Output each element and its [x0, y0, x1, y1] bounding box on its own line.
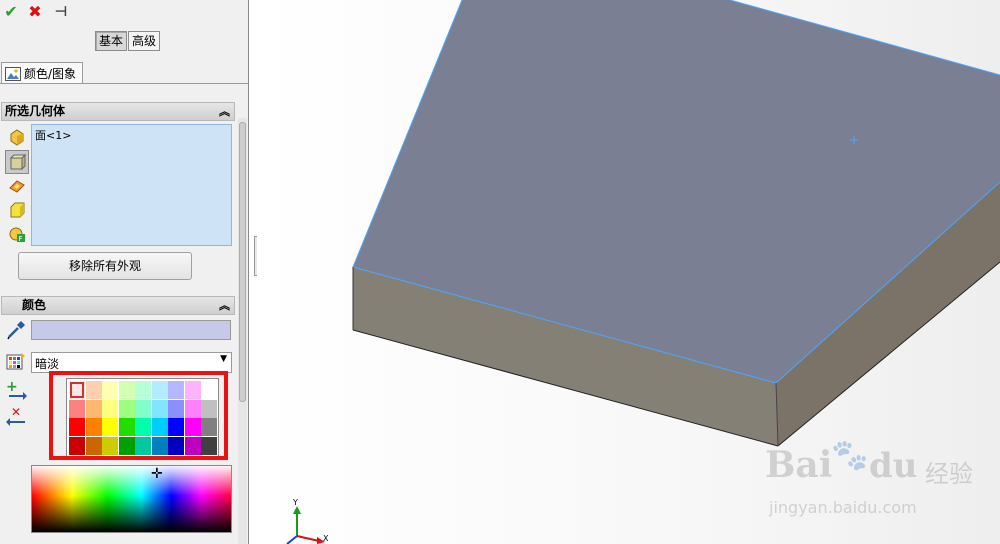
remove-all-appearances-button[interactable]: 移除所有外观 — [18, 252, 192, 280]
basic-mode-button[interactable]: 基本 — [95, 31, 128, 51]
tab-color-image[interactable]: 颜色/图象 — [1, 62, 83, 84]
group-title: 颜色 — [22, 298, 47, 312]
collapse-icon[interactable]: ︽ — [219, 297, 230, 314]
property-manager-panel: ✔ ✖ ⊣ 基本 高级 颜色/图象 所选几何体 ︽ F 面<1> 移除所有外观 … — [0, 0, 249, 544]
watermark-url: jingyan.baidu.com — [769, 498, 917, 517]
watermark-cn: 经验 — [925, 460, 973, 488]
group-title: 所选几何体 — [5, 104, 66, 118]
ok-check-icon[interactable]: ✔ — [2, 3, 20, 21]
dropdown-value: 暗淡 — [35, 357, 60, 371]
swatch-preset-dropdown[interactable]: 暗淡 ▼ — [31, 352, 232, 373]
svg-text:+: + — [6, 380, 18, 395]
swatch-palette-icon[interactable] — [6, 353, 26, 371]
pin-icon[interactable]: ⊣ — [52, 3, 70, 21]
mode-toggle: 基本 高级 — [95, 31, 161, 51]
image-icon — [5, 66, 21, 81]
selected-entities-list[interactable]: 面<1> — [31, 124, 232, 246]
svg-text:✕: ✕ — [11, 405, 21, 419]
watermark-du: du — [869, 446, 918, 486]
chevron-down-icon[interactable]: ▼ — [220, 354, 227, 364]
panel-toolbar: ✔ ✖ ⊣ — [0, 0, 248, 24]
scrollbar-thumb[interactable] — [239, 122, 246, 402]
remove-swatch-icon[interactable]: ✕ — [5, 405, 27, 427]
selected-geometry-header[interactable]: 所选几何体 ︽ — [1, 102, 235, 121]
eyedropper-icon[interactable] — [6, 320, 26, 340]
tab-label: 颜色/图象 — [24, 67, 77, 81]
watermark-brand: Bai — [765, 444, 833, 486]
list-item[interactable]: 面<1> — [35, 127, 71, 143]
collapse-icon[interactable]: ︽ — [219, 103, 230, 120]
current-color-swatch[interactable] — [31, 320, 231, 340]
select-face-icon[interactable] — [5, 150, 29, 174]
palette-highlight-box — [49, 371, 228, 460]
axis-triad-icon — [286, 506, 325, 544]
advanced-mode-button[interactable]: 高级 — [128, 31, 161, 51]
select-part-icon[interactable] — [5, 125, 29, 149]
add-swatch-icon[interactable]: + — [5, 379, 27, 402]
axis-x-label: X — [323, 534, 329, 543]
crosshair-cursor-icon: ✛ — [151, 466, 163, 482]
tab-divider — [0, 83, 248, 84]
axis-y-label: Y — [293, 498, 298, 507]
select-body-icon[interactable] — [5, 198, 29, 222]
baidu-watermark: Bai 🐾 du 经验 jingyan.baidu.com — [765, 438, 995, 524]
paw-icon: 🐾 — [831, 438, 869, 473]
select-feature-icon[interactable]: F — [5, 222, 29, 246]
svg-text:F: F — [19, 235, 23, 243]
color-group-header[interactable]: 颜色 ︽ — [1, 296, 235, 315]
panel-scrollbar[interactable] — [238, 118, 247, 544]
cancel-x-icon[interactable]: ✖ — [26, 3, 44, 21]
color-spectrum-picker[interactable] — [31, 465, 232, 533]
select-surface-icon[interactable] — [5, 174, 29, 198]
